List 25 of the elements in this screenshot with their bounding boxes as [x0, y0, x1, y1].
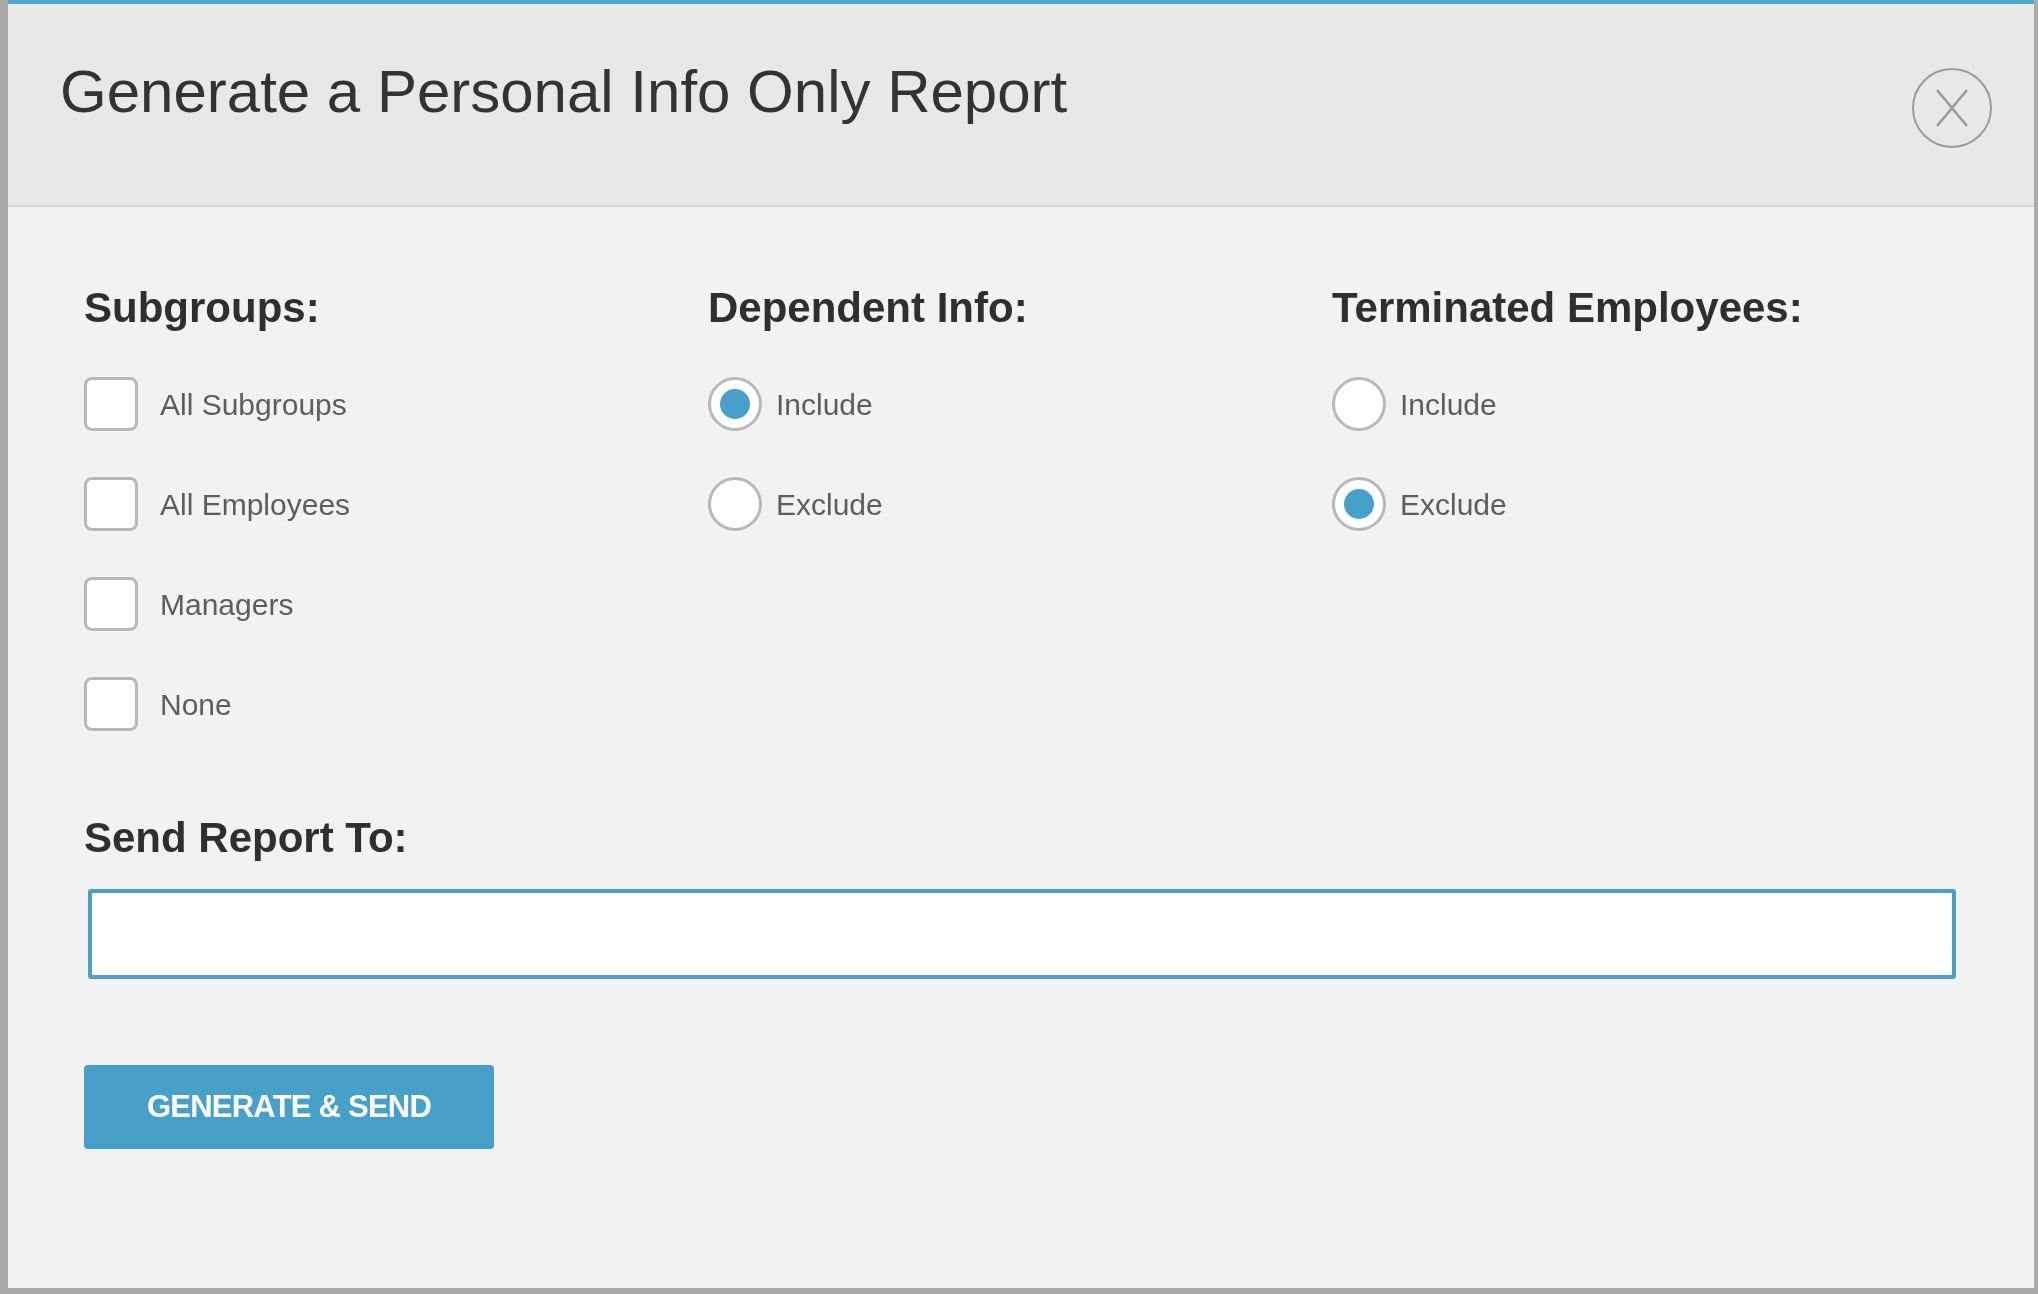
checkbox-label: All Subgroups: [160, 386, 347, 423]
email-input-field[interactable]: [88, 889, 1956, 979]
radio-label: Include: [776, 386, 873, 423]
section-heading: Terminated Employees:: [1332, 287, 1804, 329]
radio-button[interactable]: [708, 477, 762, 531]
checkbox[interactable]: [84, 677, 138, 731]
radio-button[interactable]: [1332, 377, 1386, 431]
radio-label: Exclude: [1400, 486, 1507, 523]
close-icon: [1935, 89, 1969, 127]
section-heading: Subgroups:: [84, 287, 321, 329]
radio-button[interactable]: [1332, 477, 1386, 531]
checkbox[interactable]: [84, 377, 138, 431]
section-heading: Dependent Info:: [708, 287, 1029, 329]
checkbox[interactable]: [84, 577, 138, 631]
radio-button[interactable]: [708, 377, 762, 431]
generate-send-button[interactable]: GENERATE & SEND: [84, 1065, 494, 1149]
checkbox-label: None: [160, 686, 232, 723]
section-heading: Send Report To:: [84, 817, 409, 859]
checkbox-label: Managers: [160, 586, 294, 623]
radio-label: Exclude: [776, 486, 883, 523]
close-button[interactable]: [1912, 68, 1992, 148]
checkbox[interactable]: [84, 477, 138, 531]
dialog-title: Generate a Personal Info Only Report: [60, 62, 1068, 122]
checkbox-label: All Employees: [160, 486, 351, 523]
radio-label: Include: [1400, 386, 1497, 423]
